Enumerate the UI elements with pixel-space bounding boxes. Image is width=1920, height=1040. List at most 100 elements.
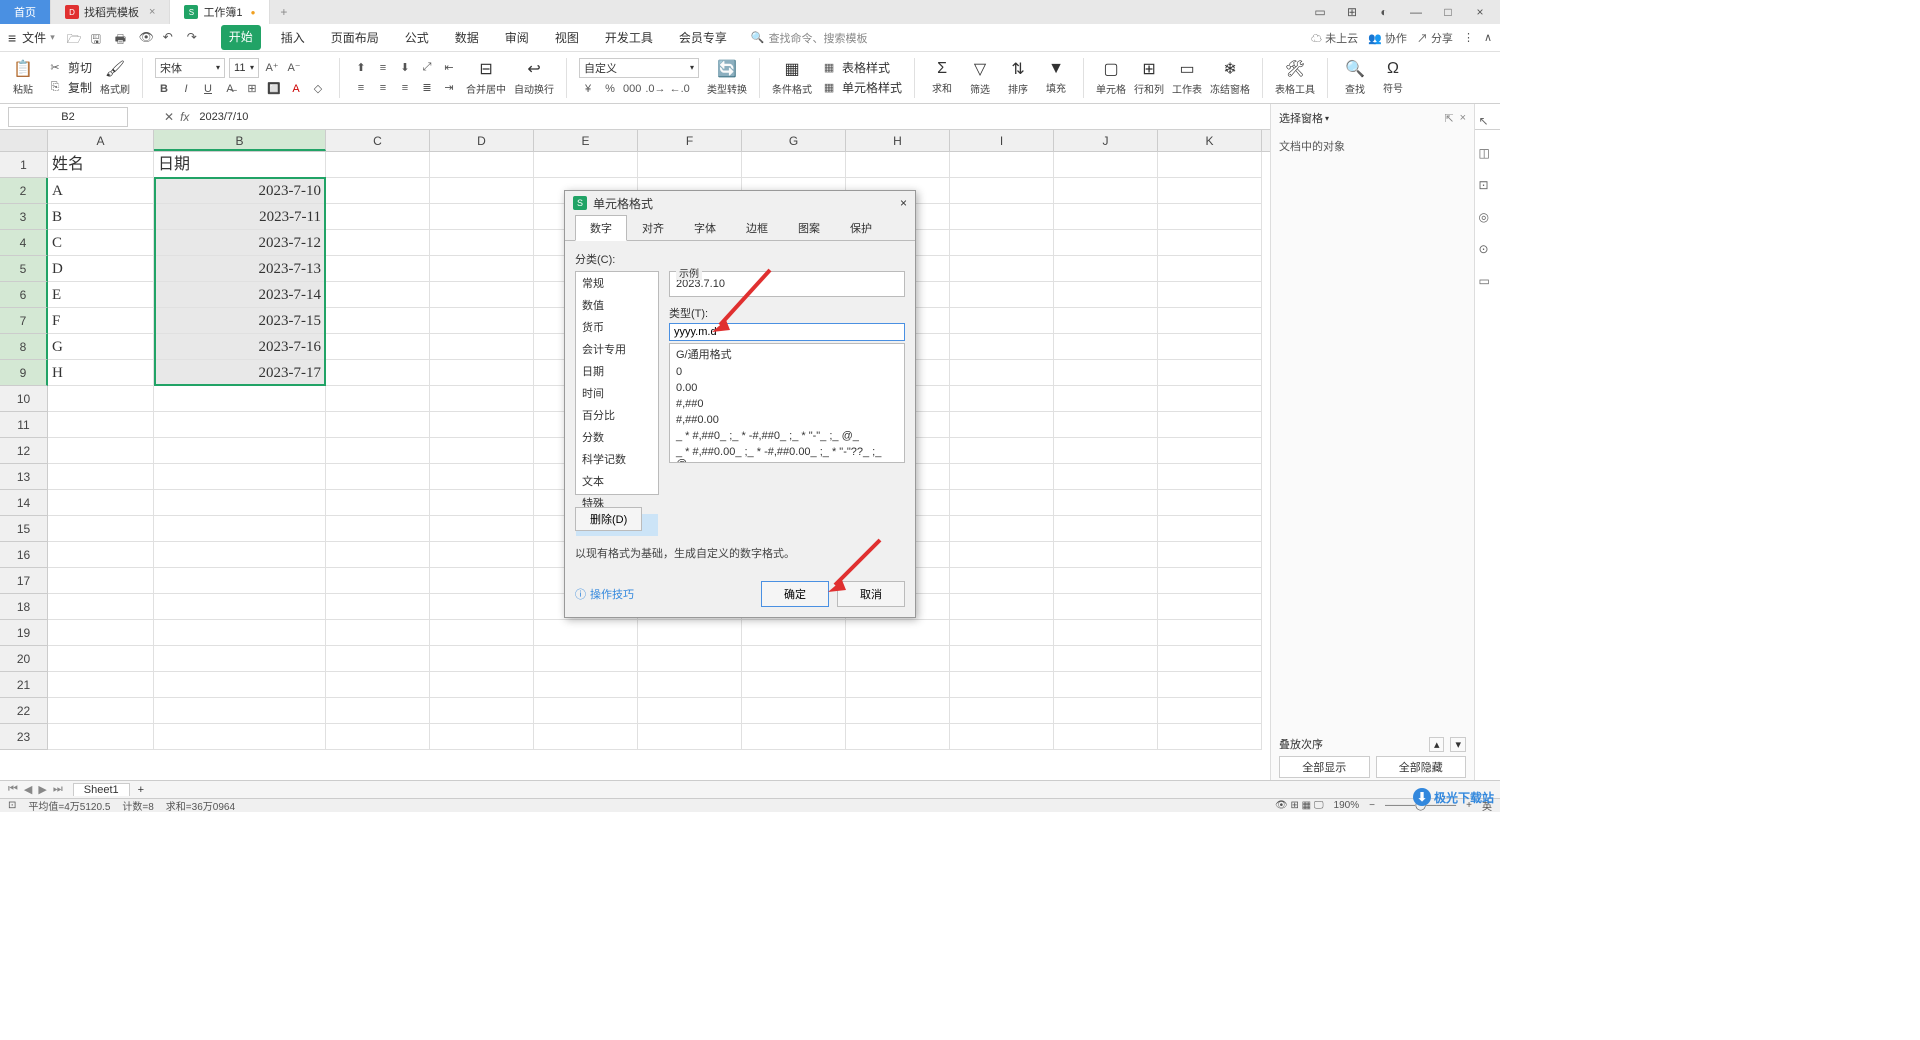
select-all-corner[interactable] (0, 130, 48, 151)
sheet-prev-icon[interactable]: ◀ (24, 783, 32, 796)
cell[interactable] (154, 386, 326, 412)
cell[interactable] (326, 230, 430, 256)
cell[interactable] (950, 256, 1054, 282)
cell-style-icon[interactable]: ▦ (820, 79, 838, 97)
cell[interactable]: 2023-7-16 (154, 334, 326, 360)
cell[interactable] (430, 568, 534, 594)
cell[interactable] (950, 724, 1054, 750)
cell[interactable]: 2023-7-12 (154, 230, 326, 256)
cell[interactable] (1158, 282, 1262, 308)
cell[interactable] (950, 412, 1054, 438)
row-header[interactable]: 1 (0, 152, 48, 178)
cell[interactable] (846, 672, 950, 698)
tab-workbook[interactable]: S 工作簿1 (170, 0, 270, 24)
save-icon[interactable]: 🖫 (91, 30, 107, 46)
type-input[interactable] (669, 323, 905, 341)
cell[interactable] (1158, 646, 1262, 672)
cell[interactable] (950, 516, 1054, 542)
row-header[interactable]: 10 (0, 386, 48, 412)
underline-button[interactable]: U (199, 80, 217, 98)
percent-icon[interactable]: % (601, 80, 619, 98)
cell[interactable]: D (48, 256, 154, 282)
rail-backup-icon[interactable]: ⊙ (1479, 242, 1497, 260)
align-center-icon[interactable]: ≡ (374, 79, 392, 97)
cell[interactable] (430, 230, 534, 256)
cell[interactable] (154, 620, 326, 646)
cell[interactable] (1158, 204, 1262, 230)
col-header-E[interactable]: E (534, 130, 638, 151)
cell[interactable] (950, 620, 1054, 646)
cell[interactable]: 2023-7-10 (154, 178, 326, 204)
align-right-icon[interactable]: ≡ (396, 79, 414, 97)
cell[interactable] (638, 724, 742, 750)
cell[interactable] (638, 698, 742, 724)
cell[interactable] (950, 698, 1054, 724)
row-header[interactable]: 11 (0, 412, 48, 438)
category-item[interactable]: 货币 (576, 316, 658, 338)
cell[interactable] (1054, 282, 1158, 308)
category-item[interactable]: 数值 (576, 294, 658, 316)
cell[interactable] (950, 542, 1054, 568)
cell[interactable] (1054, 646, 1158, 672)
cell[interactable] (326, 256, 430, 282)
cell[interactable] (1054, 386, 1158, 412)
cell[interactable] (1158, 672, 1262, 698)
cell[interactable] (1054, 516, 1158, 542)
type-convert-button[interactable]: 🔄类型转换 (707, 54, 747, 102)
collapse-ribbon-icon[interactable]: ⋮ (1463, 31, 1474, 44)
ribbon-tab-layout[interactable]: 页面布局 (325, 25, 385, 50)
cell[interactable] (48, 672, 154, 698)
cell[interactable] (430, 256, 534, 282)
align-middle-icon[interactable]: ≡ (374, 59, 392, 77)
cell[interactable] (950, 360, 1054, 386)
cell[interactable] (48, 516, 154, 542)
cell[interactable] (1054, 568, 1158, 594)
font-size-select[interactable]: 11▾ (229, 58, 259, 78)
cell[interactable] (48, 698, 154, 724)
cell[interactable]: 2023-7-14 (154, 282, 326, 308)
bring-forward-button[interactable]: ▴ (1429, 737, 1445, 752)
type-list-item[interactable]: #,##0.00 (670, 412, 904, 428)
rail-settings-icon[interactable]: ▭ (1479, 274, 1497, 292)
cell[interactable] (48, 464, 154, 490)
cell[interactable] (430, 178, 534, 204)
cell[interactable] (846, 724, 950, 750)
sheet-last-icon[interactable]: ⏭ (53, 783, 63, 796)
cell[interactable] (326, 568, 430, 594)
merge-button[interactable]: ⊟合并居中 (466, 54, 506, 102)
col-header-J[interactable]: J (1054, 130, 1158, 151)
cell[interactable] (48, 386, 154, 412)
cell[interactable] (154, 490, 326, 516)
dialog-tab-align[interactable]: 对齐 (627, 215, 679, 241)
rail-analyze-icon[interactable]: ◎ (1479, 210, 1497, 228)
cell[interactable] (430, 412, 534, 438)
cancel-button[interactable]: 取消 (837, 581, 905, 607)
cell[interactable]: 2023-7-17 (154, 360, 326, 386)
row-header[interactable]: 22 (0, 698, 48, 724)
row-header[interactable]: 9 (0, 360, 48, 386)
cell[interactable] (154, 516, 326, 542)
worksheet-button[interactable]: ▭工作表 (1172, 54, 1202, 102)
ribbon-tab-member[interactable]: 会员专享 (673, 25, 733, 50)
col-header-G[interactable]: G (742, 130, 846, 151)
category-item[interactable]: 会计专用 (576, 338, 658, 360)
tabletools-button[interactable]: 🛠表格工具 (1275, 54, 1315, 102)
cell[interactable] (154, 568, 326, 594)
row-header[interactable]: 12 (0, 438, 48, 464)
cell[interactable] (950, 672, 1054, 698)
cell[interactable] (742, 152, 846, 178)
col-header-I[interactable]: I (950, 130, 1054, 151)
cell[interactable] (430, 646, 534, 672)
cell[interactable]: A (48, 178, 154, 204)
category-item[interactable]: 分数 (576, 426, 658, 448)
cell[interactable] (1054, 672, 1158, 698)
cell[interactable] (950, 386, 1054, 412)
row-header[interactable]: 18 (0, 594, 48, 620)
cell[interactable] (326, 672, 430, 698)
cell[interactable] (950, 464, 1054, 490)
wrap-button[interactable]: ↩自动换行 (514, 54, 554, 102)
cell[interactable] (48, 412, 154, 438)
row-header[interactable]: 20 (0, 646, 48, 672)
cell[interactable] (1158, 230, 1262, 256)
cell[interactable] (950, 594, 1054, 620)
